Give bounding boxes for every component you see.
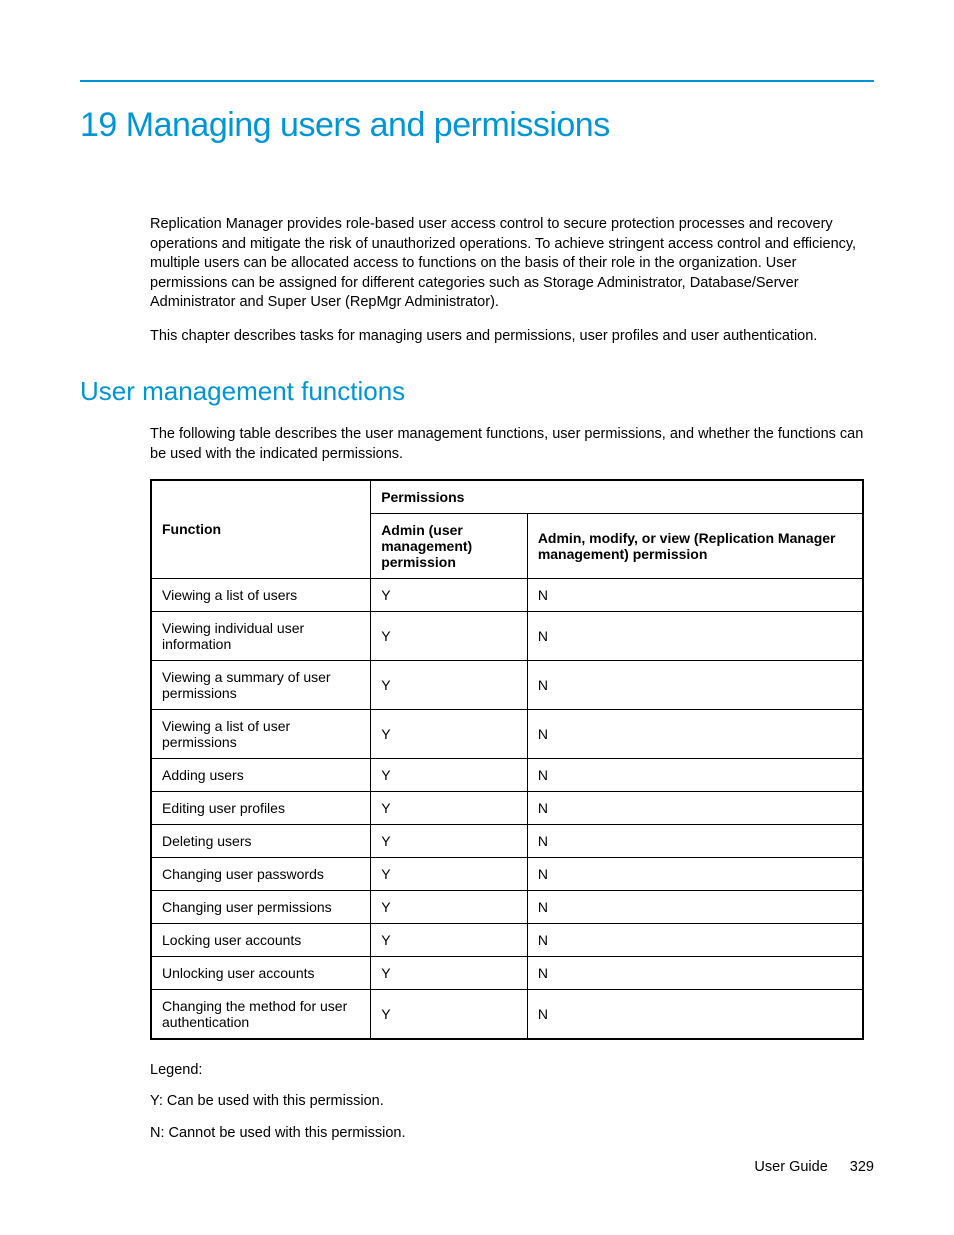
table-row: Changing user permissions Y N [151,890,863,923]
table-row: Locking user accounts Y N [151,923,863,956]
footer-page-number: 329 [850,1159,874,1175]
chapter-title: 19 Managing users and permissions [80,106,874,145]
table-header-admin-rep: Admin, modify, or view (Replication Mana… [527,513,863,578]
cell-function: Viewing a list of users [151,578,371,611]
table-header-row-1: Function Permissions [151,480,863,514]
table-row: Editing user profiles Y N [151,791,863,824]
cell-function: Changing user permissions [151,890,371,923]
cell-admin-user: Y [371,578,528,611]
table-row: Changing user passwords Y N [151,857,863,890]
cell-admin-user: Y [371,791,528,824]
table-row: Deleting users Y N [151,824,863,857]
cell-function: Deleting users [151,824,371,857]
legend-y: Y: Can be used with this permission. [150,1091,874,1113]
footer-doc-title: User Guide [754,1159,827,1175]
table-body: Viewing a list of users Y N Viewing indi… [151,578,863,1039]
table-header-admin-user: Admin (user management) permission [371,513,528,578]
cell-admin-rep: N [527,611,863,660]
table-row: Viewing a summary of user permissions Y … [151,660,863,709]
cell-function: Changing the method for user authenticat… [151,989,371,1039]
permissions-table: Function Permissions Admin (user managem… [150,479,864,1040]
cell-admin-rep: N [527,923,863,956]
cell-admin-rep: N [527,956,863,989]
cell-function: Viewing a summary of user permissions [151,660,371,709]
cell-admin-rep: N [527,857,863,890]
cell-admin-rep: N [527,660,863,709]
cell-admin-rep: N [527,578,863,611]
table-row: Changing the method for user authenticat… [151,989,863,1039]
cell-function: Viewing individual user information [151,611,371,660]
cell-admin-rep: N [527,890,863,923]
legend-n: N: Cannot be used with this permission. [150,1123,874,1145]
cell-admin-rep: N [527,709,863,758]
cell-function: Adding users [151,758,371,791]
cell-admin-user: Y [371,989,528,1039]
intro-paragraph-2: This chapter describes tasks for managin… [150,327,864,347]
page-footer: User Guide 329 [754,1159,874,1175]
table-row: Viewing a list of users Y N [151,578,863,611]
cell-admin-user: Y [371,758,528,791]
table-row: Adding users Y N [151,758,863,791]
cell-function: Changing user passwords [151,857,371,890]
intro-paragraph-1: Replication Manager provides role-based … [150,215,864,313]
cell-admin-rep: N [527,758,863,791]
cell-function: Locking user accounts [151,923,371,956]
cell-admin-rep: N [527,824,863,857]
cell-admin-user: Y [371,611,528,660]
table-row: Unlocking user accounts Y N [151,956,863,989]
cell-admin-rep: N [527,989,863,1039]
table-header-permissions: Permissions [371,480,863,514]
table-row: Viewing a list of user permissions Y N [151,709,863,758]
cell-admin-user: Y [371,857,528,890]
legend-label: Legend: [150,1060,874,1082]
table-row: Viewing individual user information Y N [151,611,863,660]
section-lead: The following table describes the user m… [150,425,864,464]
cell-admin-user: Y [371,923,528,956]
cell-function: Editing user profiles [151,791,371,824]
cell-function: Viewing a list of user permissions [151,709,371,758]
table-header-function: Function [151,480,371,579]
top-divider [80,80,874,82]
cell-admin-user: Y [371,824,528,857]
cell-function: Unlocking user accounts [151,956,371,989]
section-heading-user-management: User management functions [80,376,874,407]
cell-admin-user: Y [371,890,528,923]
cell-admin-user: Y [371,660,528,709]
cell-admin-user: Y [371,956,528,989]
cell-admin-user: Y [371,709,528,758]
cell-admin-rep: N [527,791,863,824]
